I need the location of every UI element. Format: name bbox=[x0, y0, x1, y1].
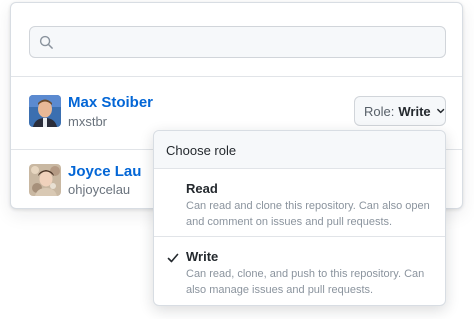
role-option-description: Can read, clone, and push to this reposi… bbox=[186, 268, 425, 296]
role-menu-title: Choose role bbox=[166, 143, 237, 158]
role-option-label: Read bbox=[186, 181, 218, 196]
chevron-down-icon bbox=[436, 108, 444, 114]
member-name[interactable]: Max Stoiber bbox=[68, 94, 153, 111]
check-icon bbox=[167, 253, 179, 263]
member-login: mxstbr bbox=[68, 114, 107, 129]
role-menu: Choose role Read Can read and clone this… bbox=[153, 130, 446, 306]
member-login: ohjoycelau bbox=[68, 182, 131, 197]
role-value: Write bbox=[398, 103, 431, 119]
search-input[interactable] bbox=[60, 27, 440, 57]
role-option-write[interactable]: Write Can read, clone, and push to this … bbox=[154, 237, 445, 306]
member-name[interactable]: Joyce Lau bbox=[68, 163, 141, 180]
avatar[interactable] bbox=[29, 95, 61, 127]
role-dropdown-button[interactable]: Role: Write bbox=[354, 96, 446, 126]
avatar[interactable] bbox=[29, 164, 61, 196]
search-icon bbox=[39, 35, 53, 49]
role-option-read[interactable]: Read Can read and clone this repository.… bbox=[154, 169, 445, 237]
role-option-label: Write bbox=[186, 249, 219, 264]
search-section bbox=[11, 3, 462, 77]
role-option-description: Can read and clone this repository. Can … bbox=[186, 200, 430, 228]
search-box[interactable] bbox=[29, 26, 446, 58]
role-menu-header: Choose role bbox=[154, 131, 445, 169]
role-prefix: Role: bbox=[364, 103, 395, 119]
